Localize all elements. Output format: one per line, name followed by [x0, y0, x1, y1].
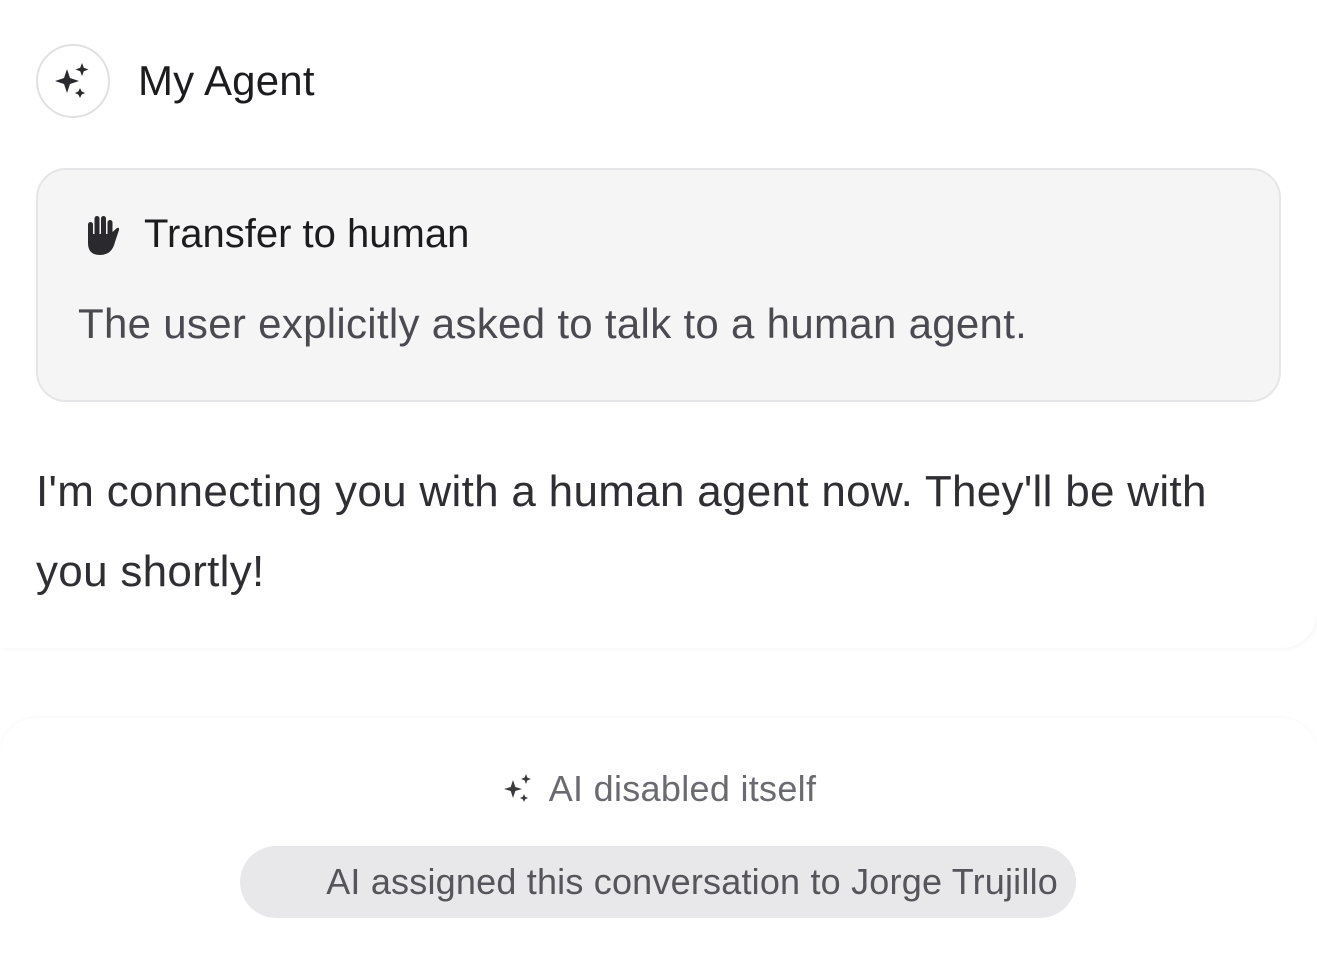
conversation-panel: My Agent Transfer to human The user expl… — [0, 0, 1317, 966]
transfer-action-card: Transfer to human The user explicitly as… — [36, 168, 1281, 402]
ai-disabled-label: AI disabled itself — [548, 768, 817, 809]
transfer-description: The user explicitly asked to talk to a h… — [78, 300, 1028, 347]
agent-header: My Agent — [36, 42, 315, 120]
ai-disabled-content: AI disabled itself — [501, 768, 817, 810]
transfer-title: Transfer to human — [144, 212, 470, 256]
agent-avatar — [36, 44, 110, 118]
assignment-event-pill: AI assigned this conversation to Jorge T… — [240, 846, 1076, 918]
assignment-event-label: AI assigned this conversation to Jorge T… — [326, 861, 1058, 902]
agent-reply-text: I'm connecting you with a human agent no… — [36, 467, 1207, 596]
conversation-events: AI disabled itself AI assigned this conv… — [0, 718, 1317, 966]
transfer-title-row: Transfer to human — [80, 212, 469, 257]
agent-name: My Agent — [138, 57, 315, 104]
ai-disabled-event: AI disabled itself — [0, 768, 1317, 810]
agent-message: My Agent Transfer to human The user expl… — [0, 0, 1317, 648]
sparkles-icon — [501, 772, 535, 806]
hand-icon — [80, 213, 122, 257]
sparkles-icon — [55, 63, 89, 98]
